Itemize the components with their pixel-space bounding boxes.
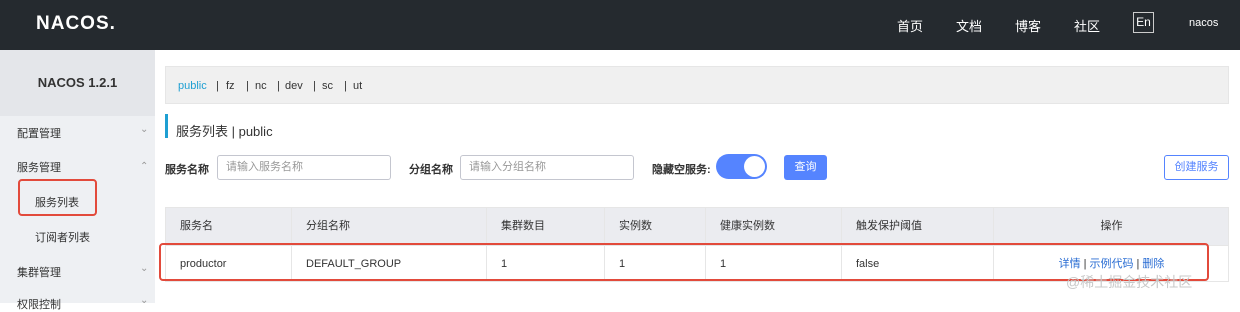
nav-blog[interactable]: 博客 <box>1015 16 1041 35</box>
sidebar-title: NACOS 1.2.1 <box>0 50 155 116</box>
namespace-public[interactable]: public <box>178 80 207 92</box>
title-accent-bar <box>165 114 168 138</box>
col-group-name: 分组名称 <box>291 208 486 245</box>
namespace-nc[interactable]: nc <box>255 80 267 92</box>
col-service-name: 服务名 <box>180 220 213 232</box>
hide-empty-toggle[interactable] <box>716 154 767 179</box>
group-name-label: 分组名称 <box>409 164 453 176</box>
col-healthy-count: 健康实例数 <box>705 208 841 245</box>
namespace-sc[interactable]: sc <box>322 80 333 92</box>
sidebar-item-cluster[interactable]: 集群管理 <box>17 264 61 280</box>
chevron-down-icon: ⌄ <box>140 263 149 274</box>
nav-home[interactable]: 首页 <box>897 16 923 35</box>
namespace-ut[interactable]: ut <box>353 80 362 92</box>
create-service-button[interactable]: 创建服务 <box>1164 155 1229 180</box>
sidebar-item-service-mgmt[interactable]: 服务管理 <box>17 159 61 175</box>
namespace-fz[interactable]: fz <box>226 80 235 92</box>
service-name-input[interactable]: 请输入服务名称 <box>217 155 391 180</box>
group-name-input[interactable]: 请输入分组名称 <box>460 155 634 180</box>
namespace-separator: | <box>216 80 219 92</box>
chevron-down-icon: ⌄ <box>140 124 149 135</box>
page-title: 服务列表 | public <box>176 124 273 139</box>
chevron-down-icon: ⌄ <box>140 295 149 306</box>
hide-empty-label: 隐藏空服务: <box>652 164 711 176</box>
namespace-bar: public | fz | nc | dev | sc | ut <box>165 66 1229 104</box>
highlight-box-row <box>159 243 1209 281</box>
nav-docs[interactable]: 文档 <box>956 16 982 35</box>
col-instance-count: 实例数 <box>604 208 705 245</box>
language-switch[interactable]: En <box>1133 12 1154 33</box>
namespace-separator: | <box>344 80 347 92</box>
namespace-separator: | <box>277 80 280 92</box>
sidebar: NACOS 1.2.1 配置管理 ⌄ 服务管理 ⌃ 服务列表 订阅者列表 集群管… <box>0 50 155 311</box>
namespace-separator: | <box>313 80 316 92</box>
watermark: @稀土掘金技术社区 <box>1066 274 1193 290</box>
col-operations: 操作 <box>993 208 1229 245</box>
table-header: 服务名 分组名称 集群数目 实例数 健康实例数 触发保护阈值 操作 <box>166 208 1228 245</box>
nav-community[interactable]: 社区 <box>1074 16 1100 35</box>
highlight-box-sidebar <box>18 179 97 216</box>
service-name-label: 服务名称 <box>165 164 209 176</box>
query-button[interactable]: 查询 <box>784 155 827 180</box>
namespace-separator: | <box>246 80 249 92</box>
sidebar-item-permissions[interactable]: 权限控制 <box>17 296 61 312</box>
namespace-dev[interactable]: dev <box>285 80 303 92</box>
sidebar-item-config[interactable]: 配置管理 <box>17 125 61 141</box>
col-cluster-count: 集群数目 <box>486 208 604 245</box>
nacos-logo[interactable]: NACOS. <box>36 13 116 35</box>
sidebar-item-subscribers[interactable]: 订阅者列表 <box>35 229 90 245</box>
toggle-knob <box>744 156 765 177</box>
col-protect-threshold: 触发保护阈值 <box>841 208 993 245</box>
top-navbar: NACOS. 首页 文档 博客 社区 En nacos <box>0 0 1240 50</box>
chevron-up-icon: ⌃ <box>140 161 149 172</box>
user-name[interactable]: nacos <box>1189 17 1218 29</box>
